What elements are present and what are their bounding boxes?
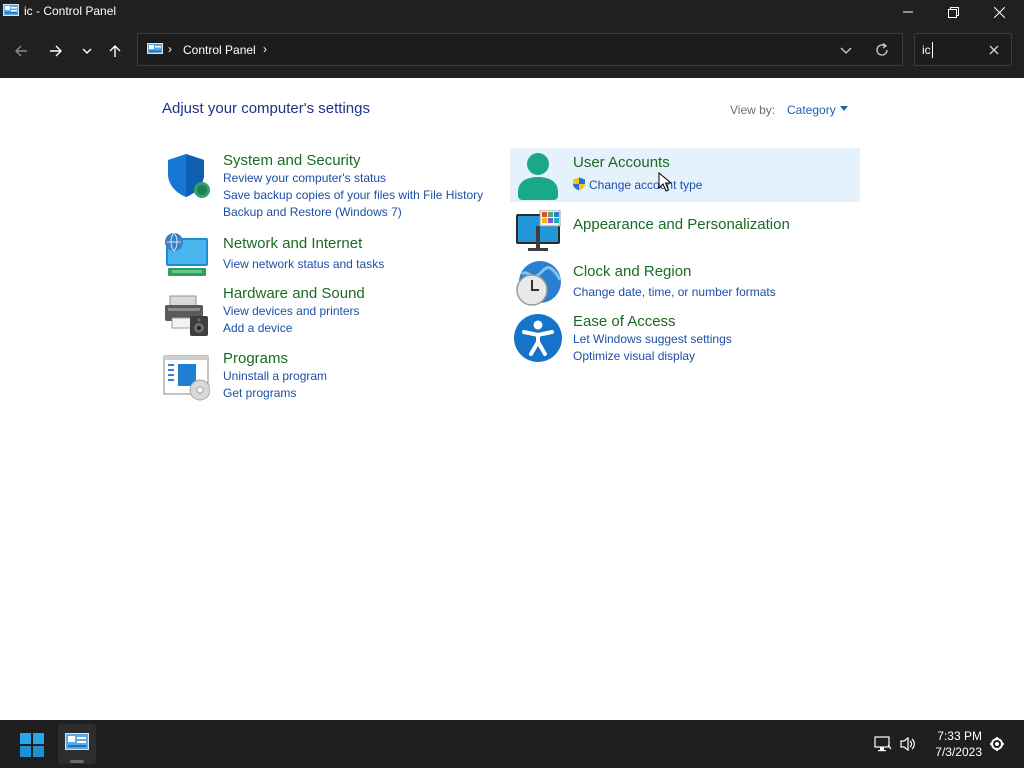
text-caret [932,42,933,58]
breadcrumb-separator[interactable]: › [168,42,172,56]
category-link[interactable]: Optimize visual display [573,349,695,363]
uac-shield-icon [573,177,585,191]
category-title[interactable]: Clock and Region [573,263,691,280]
forward-button[interactable] [43,38,69,64]
category-link[interactable]: View network status and tasks [223,257,384,271]
volume-icon[interactable] [899,736,917,752]
chevron-down-icon [82,48,92,54]
navigation-bar: › Control Panel › ic [0,24,1024,78]
address-bar[interactable]: › Control Panel › [137,33,903,66]
recent-locations-button[interactable] [74,38,100,64]
category-title[interactable]: Ease of Access [573,313,676,330]
category-link[interactable]: Get programs [223,386,296,400]
dropdown-arrow-icon[interactable] [840,106,848,111]
clear-search-icon[interactable] [986,42,1002,58]
control-panel-icon [65,733,89,750]
arrow-up-icon [109,45,121,57]
minimize-button[interactable] [885,0,931,24]
category-title[interactable]: Hardware and Sound [223,285,365,302]
title-bar: ic - Control Panel [0,0,1024,24]
restore-icon [947,6,959,18]
category-link[interactable]: Uninstall a program [223,369,327,383]
shield-icon [168,154,210,198]
control-panel-icon [147,43,163,54]
category-title[interactable]: User Accounts [573,154,670,171]
search-input[interactable]: ic [914,33,1012,66]
category-link[interactable]: Change date, time, or number formats [573,285,776,299]
mouse-cursor-icon [658,172,672,192]
network-globe-icon [165,232,208,276]
taskbar: 7:33 PM 7/3/2023 [0,720,1024,768]
minimize-icon [903,11,913,13]
programs-disc-icon [163,355,210,401]
page-heading: Adjust your computer's settings [162,100,370,117]
control-panel-icon [3,4,19,16]
clock-globe-icon [516,261,562,306]
category-link[interactable]: View devices and printers [223,304,360,318]
category-link[interactable]: Let Windows suggest settings [573,332,732,346]
up-button[interactable] [102,38,128,64]
hover-highlight [510,148,860,202]
category-link[interactable]: Backup and Restore (Windows 7) [223,205,402,219]
taskbar-control-panel-button[interactable] [58,724,96,764]
window-title: ic - Control Panel [24,4,117,18]
network-icon[interactable] [874,736,892,752]
breadcrumb-separator[interactable]: › [263,42,267,56]
category-link[interactable]: Review your computer's status [223,171,386,185]
arrow-right-icon [50,45,62,57]
close-button[interactable] [976,0,1022,24]
chevron-down-icon[interactable] [838,42,854,58]
breadcrumb-control-panel[interactable]: Control Panel [183,43,256,57]
category-link[interactable]: Add a device [223,321,292,335]
printer-speaker-icon [165,295,208,336]
taskbar-time[interactable]: 7:33 PM [934,729,982,743]
view-by-dropdown[interactable]: Category [787,103,836,117]
notification-settings-icon[interactable] [988,736,1006,752]
category-title[interactable]: Programs [223,350,288,367]
control-panel-content: Adjust your computer's settings View by:… [0,78,1024,720]
back-button[interactable] [8,38,34,64]
close-icon [993,6,1005,18]
monitor-palette-icon [516,210,561,251]
view-by-label: View by: [730,103,776,117]
category-title[interactable]: System and Security [223,152,361,169]
category-link[interactable]: Save backup copies of your files with Fi… [223,188,483,202]
category-link[interactable]: Change account type [589,178,702,192]
category-title[interactable]: Network and Internet [223,235,362,252]
search-value[interactable]: ic [922,43,931,57]
taskbar-date[interactable]: 7/3/2023 [928,745,982,759]
arrow-left-icon [15,45,27,57]
user-icon [518,153,558,200]
restore-button[interactable] [930,0,976,24]
active-indicator [70,760,84,763]
refresh-icon[interactable] [874,42,890,58]
windows-start-icon[interactable] [20,733,44,757]
accessibility-icon [514,314,562,362]
category-title[interactable]: Appearance and Personalization [573,216,790,233]
